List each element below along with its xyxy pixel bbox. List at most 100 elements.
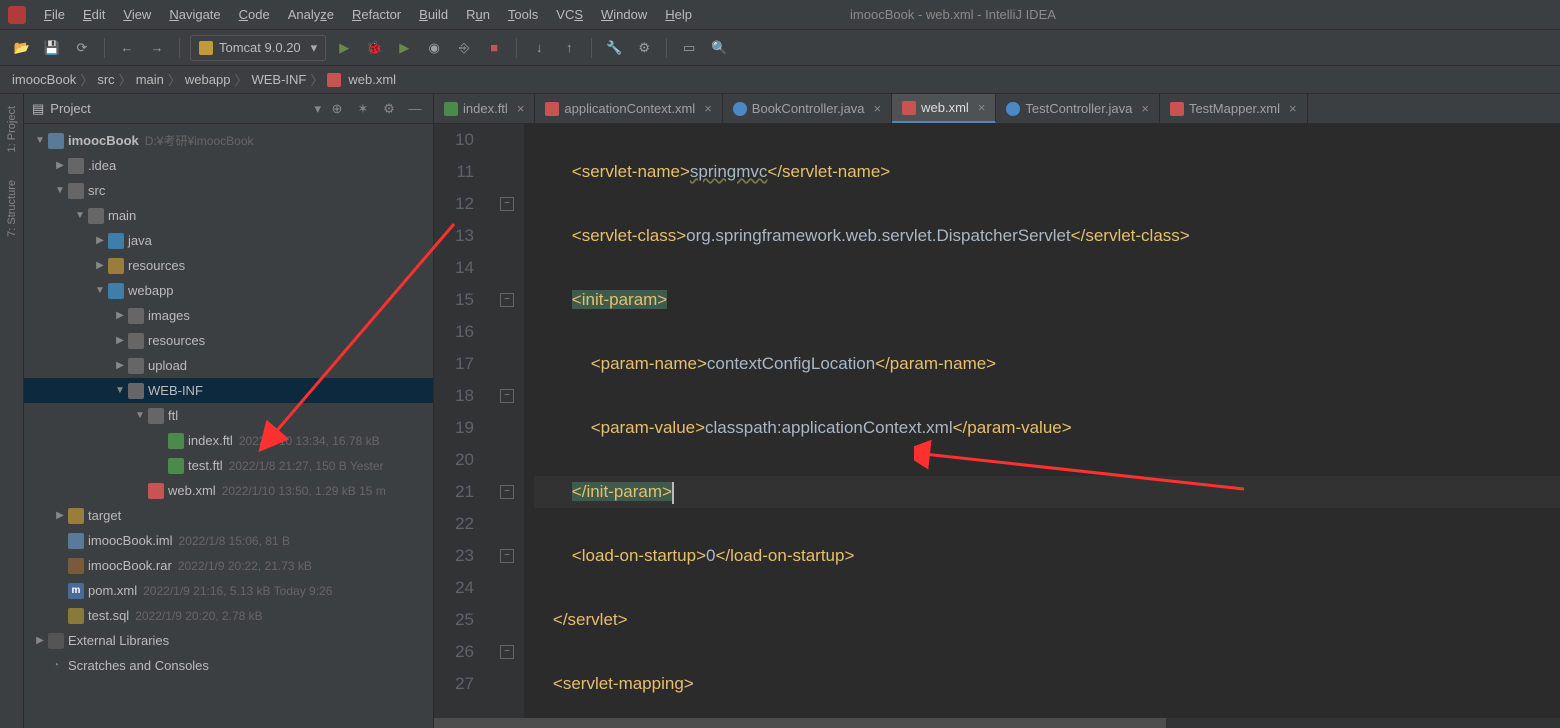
- tree-row[interactable]: ▶ upload: [24, 353, 433, 378]
- debug-button[interactable]: 🐞: [362, 36, 386, 60]
- layout-button[interactable]: ▭: [677, 36, 701, 60]
- close-icon[interactable]: ×: [1289, 101, 1297, 116]
- attach-button[interactable]: ⎆: [452, 36, 476, 60]
- tree-row-testftl[interactable]: test.ftl 2022/1/8 21:27, 150 B Yester: [24, 453, 433, 478]
- open-button[interactable]: 📂: [10, 36, 34, 60]
- tab-appcontext[interactable]: applicationContext.xml×: [535, 94, 722, 123]
- breadcrumb-item[interactable]: WEB-INF: [251, 72, 306, 87]
- tree-row[interactable]: ▶ resources: [24, 328, 433, 353]
- menu-run[interactable]: Run: [458, 4, 498, 25]
- tree-row-webxml[interactable]: web.xml 2022/1/10 13:50, 1.29 kB 15 m: [24, 478, 433, 503]
- tree-row-root[interactable]: ▼ imoocBook D:¥考研¥imoocBook: [24, 128, 433, 153]
- refresh-button[interactable]: ⟳: [70, 36, 94, 60]
- tab-testmapper[interactable]: TestMapper.xml×: [1160, 94, 1308, 123]
- tree-row[interactable]: ▶ images: [24, 303, 433, 328]
- tree-row[interactable]: ▼ src: [24, 178, 433, 203]
- menu-code[interactable]: Code: [231, 4, 278, 25]
- close-icon[interactable]: ×: [704, 101, 712, 116]
- structure-button[interactable]: 🔧: [602, 36, 626, 60]
- menu-tools[interactable]: Tools: [500, 4, 546, 25]
- tree-row-indexftl[interactable]: index.ftl 2022/1/10 13:34, 16.78 kB: [24, 428, 433, 453]
- tree-row-extlib[interactable]: ▶ External Libraries: [24, 628, 433, 653]
- code-content[interactable]: <servlet-name>springmvc</servlet-name> <…: [524, 124, 1560, 728]
- app-logo: [8, 6, 26, 24]
- hide-button[interactable]: —: [405, 99, 425, 119]
- java-icon: [1006, 102, 1020, 116]
- tree-row[interactable]: ▼ ftl: [24, 403, 433, 428]
- fold-icon[interactable]: −: [500, 549, 514, 563]
- tab-bookcontroller[interactable]: BookController.java×: [723, 94, 892, 123]
- menu-window[interactable]: Window: [593, 4, 655, 25]
- close-icon[interactable]: ×: [874, 101, 882, 116]
- close-icon[interactable]: ×: [517, 101, 525, 116]
- tree-row[interactable]: ▶ target: [24, 503, 433, 528]
- search-button[interactable]: 🔍: [707, 36, 731, 60]
- fold-icon[interactable]: −: [500, 645, 514, 659]
- back-button[interactable]: ←: [115, 36, 139, 60]
- menu-edit[interactable]: Edit: [75, 4, 113, 25]
- sidebar-tab-structure[interactable]: 7: Structure: [4, 176, 20, 241]
- tree-row[interactable]: imoocBook.iml 2022/1/8 15:06, 81 B: [24, 528, 433, 553]
- folder-icon: [148, 408, 164, 424]
- main-menu: File Edit View Navigate Code Analyze Ref…: [36, 4, 700, 25]
- locate-button[interactable]: ⊕: [327, 99, 347, 119]
- tab-indexftl[interactable]: index.ftl×: [434, 94, 535, 123]
- tree-row[interactable]: test.sql 2022/1/9 20:20, 2.78 kB: [24, 603, 433, 628]
- tree-row[interactable]: ▼ main: [24, 203, 433, 228]
- expand-button[interactable]: ✶: [353, 99, 373, 119]
- menu-file[interactable]: File: [36, 4, 73, 25]
- tree-row-webinf[interactable]: ▼ WEB-INF: [24, 378, 433, 403]
- menu-analyze[interactable]: Analyze: [280, 4, 342, 25]
- code-area[interactable]: 10 11 12 13 14 15 16 17 18 19 20 21 22 2…: [434, 124, 1560, 728]
- breadcrumb-item[interactable]: web.xml: [348, 72, 396, 87]
- forward-button[interactable]: →: [145, 36, 169, 60]
- close-icon[interactable]: ×: [1141, 101, 1149, 116]
- scrollbar-thumb[interactable]: [434, 718, 1166, 728]
- breadcrumb-item[interactable]: main: [136, 72, 164, 87]
- run-config-selector[interactable]: Tomcat 9.0.20: [190, 35, 326, 61]
- run-button[interactable]: ▶: [332, 36, 356, 60]
- module-icon: [48, 133, 64, 149]
- tab-webxml[interactable]: web.xml×: [892, 94, 996, 123]
- folder-icon: [128, 333, 144, 349]
- tree-row[interactable]: ▶ resources: [24, 253, 433, 278]
- vcs-commit-button[interactable]: ↑: [557, 36, 581, 60]
- vcs-update-button[interactable]: ↓: [527, 36, 551, 60]
- coverage-button[interactable]: ▶: [392, 36, 416, 60]
- fold-icon[interactable]: −: [500, 485, 514, 499]
- menu-view[interactable]: View: [115, 4, 159, 25]
- profile-button[interactable]: ◉: [422, 36, 446, 60]
- menu-refactor[interactable]: Refactor: [344, 4, 409, 25]
- tree-row[interactable]: ▶ java: [24, 228, 433, 253]
- project-tree[interactable]: ▼ imoocBook D:¥考研¥imoocBook ▶ .idea ▼ sr…: [24, 124, 433, 728]
- menu-navigate[interactable]: Navigate: [161, 4, 228, 25]
- tree-row[interactable]: m pom.xml 2022/1/9 21:16, 5.13 kB Today …: [24, 578, 433, 603]
- xml-icon: [545, 102, 559, 116]
- menu-vcs[interactable]: VCS: [548, 4, 591, 25]
- tree-row[interactable]: imoocBook.rar 2022/1/9 20:22, 21.73 kB: [24, 553, 433, 578]
- settings-gear-icon[interactable]: ⚙: [379, 99, 399, 119]
- fold-icon[interactable]: −: [500, 389, 514, 403]
- separator: [104, 38, 105, 58]
- settings-button[interactable]: ⚙: [632, 36, 656, 60]
- tree-row-scratches[interactable]: ◔ Scratches and Consoles: [24, 653, 433, 678]
- menu-help[interactable]: Help: [657, 4, 700, 25]
- fold-icon[interactable]: −: [500, 293, 514, 307]
- breadcrumb-item[interactable]: src: [97, 72, 114, 87]
- close-icon[interactable]: ×: [978, 100, 986, 115]
- tree-row[interactable]: ▼ webapp: [24, 278, 433, 303]
- menu-build[interactable]: Build: [411, 4, 456, 25]
- breadcrumb-item[interactable]: imoocBook: [12, 72, 76, 87]
- sidebar-tab-project[interactable]: 1: Project: [4, 102, 20, 156]
- fold-gutter: − − − − − −: [494, 124, 524, 728]
- separator: [179, 38, 180, 58]
- project-panel: ▤ Project ▾ ⊕ ✶ ⚙ — ▼ imoocBook D:¥考研¥im…: [24, 94, 434, 728]
- tab-testcontroller[interactable]: TestController.java×: [996, 94, 1160, 123]
- stop-button[interactable]: ■: [482, 36, 506, 60]
- folder-icon: [108, 258, 124, 274]
- horizontal-scrollbar[interactable]: [434, 718, 1560, 728]
- save-button[interactable]: 💾: [40, 36, 64, 60]
- breadcrumb-item[interactable]: webapp: [185, 72, 231, 87]
- tree-row[interactable]: ▶ .idea: [24, 153, 433, 178]
- fold-icon[interactable]: −: [500, 197, 514, 211]
